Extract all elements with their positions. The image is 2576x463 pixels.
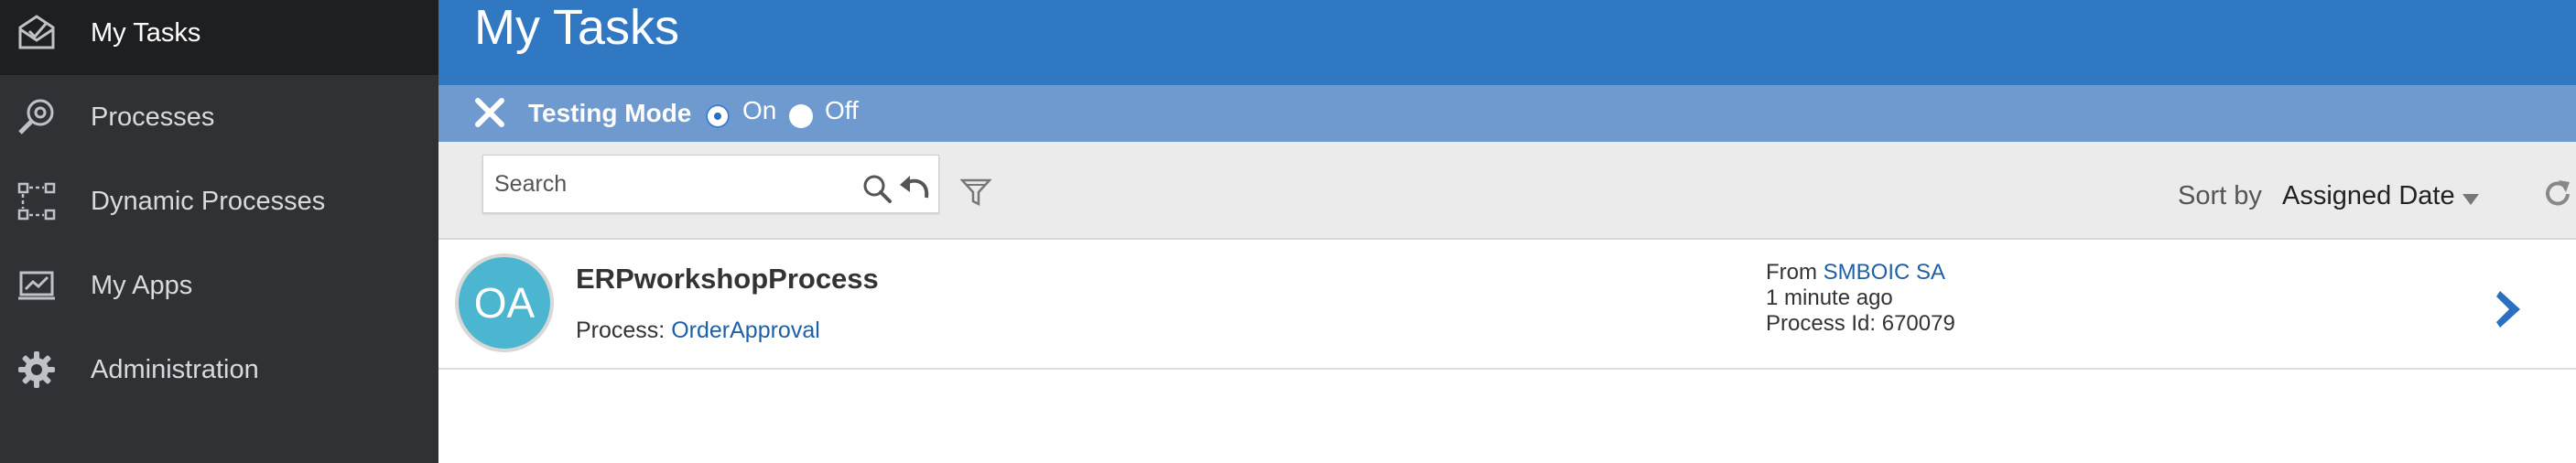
sidebar-item-dynamic-processes[interactable]: Dynamic Processes [0,159,438,243]
task-row[interactable]: OA ERPworkshopProcess Process: OrderAppr… [438,240,2576,370]
app-root: My Tasks Processes Dynamic Processes My … [0,0,2576,463]
from-link[interactable]: SMBOIC SA [1824,260,1945,285]
search-icon[interactable] [860,172,895,207]
testing-off-label: Off [825,96,859,124]
refresh-icon[interactable] [2540,177,2575,211]
search-gear-icon [13,93,60,141]
sidebar-item-administration[interactable]: Administration [0,328,438,412]
testing-on-label: On [742,96,777,124]
sort-label: Sort by [2178,181,2262,210]
sort-select[interactable]: Assigned Date [2282,181,2455,211]
chart-monitor-icon [13,262,60,309]
sidebar-item-processes[interactable]: Processes [0,75,438,159]
search-input[interactable] [494,168,842,199]
sidebar-item-label: My Apps [91,270,193,300]
task-time: 1 minute ago [1766,285,1893,310]
task-name[interactable]: ERPworkshopProcess [576,263,879,296]
sidebar-item-label: Processes [91,102,215,132]
undo-icon[interactable] [897,172,932,207]
avatar: OA [455,253,554,352]
testing-mode-label: Testing Mode [528,99,692,127]
task-process-id: Process Id: 670079 [1766,311,1955,336]
chevron-down-icon[interactable] [2462,193,2480,206]
task-process: Process: OrderApproval [576,318,820,344]
task-meta: From SMBOIC SA 1 minute ago Process Id: … [1766,260,1955,337]
dynamic-flow-icon [13,178,60,225]
testing-off-radio[interactable] [789,104,813,128]
task-toolbar: Sort by Assigned Date [438,142,2576,240]
sidebar-item-label: My Tasks [91,17,201,48]
close-icon[interactable] [472,95,507,130]
sidebar: My Tasks Processes Dynamic Processes My … [0,0,438,463]
task-from: From SMBOIC SA [1766,260,1955,285]
sidebar-item-label: Dynamic Processes [91,186,326,216]
filter-icon[interactable] [959,177,992,208]
page-header: My Tasks [438,0,2576,85]
sidebar-item-my-apps[interactable]: My Apps [0,243,438,328]
sidebar-item-label: Administration [91,354,259,384]
process-label: Process: [576,318,666,343]
testing-mode-bar: Testing Mode On Off [438,85,2576,142]
search-box [482,155,939,213]
page-title: My Tasks [474,0,680,55]
inbox-icon [13,9,60,57]
chevron-right-icon[interactable] [2493,287,2526,331]
gear-icon [13,346,60,393]
testing-on-radio[interactable] [706,104,730,128]
process-link[interactable]: OrderApproval [671,318,820,343]
sidebar-item-my-tasks[interactable]: My Tasks [0,0,438,75]
from-label: From [1766,260,1817,285]
